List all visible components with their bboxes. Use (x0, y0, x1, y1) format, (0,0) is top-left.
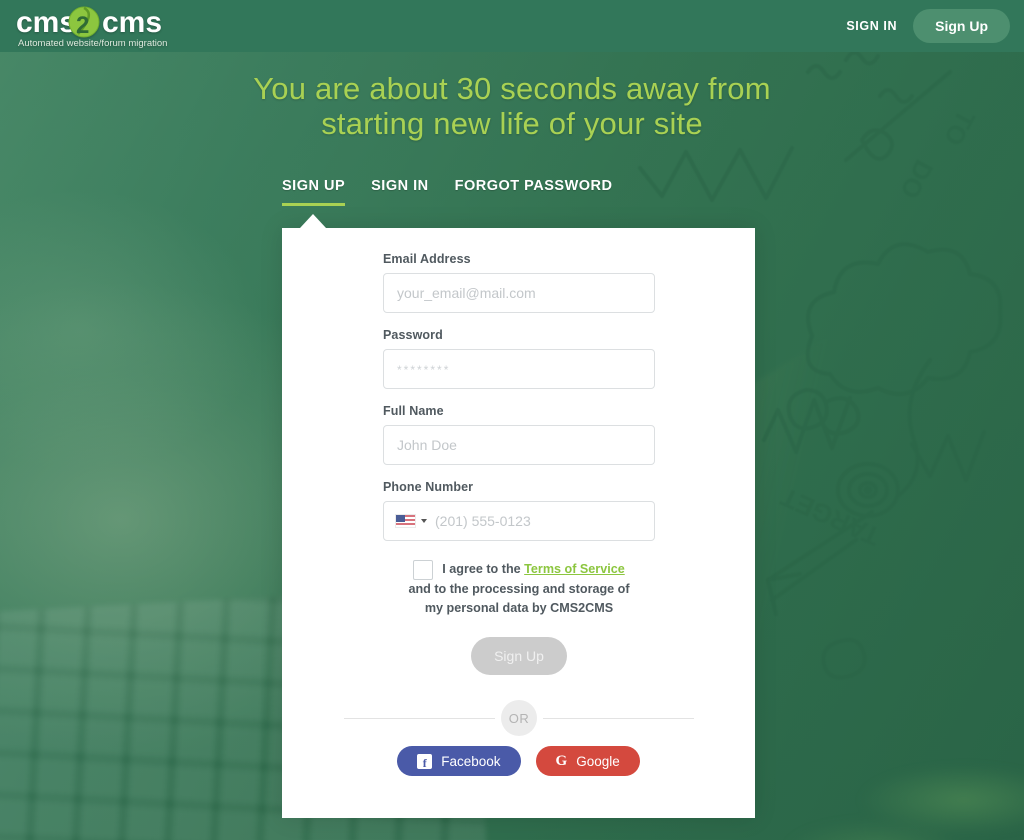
signup-form: Email Address Password Full Name Phone N… (383, 252, 655, 675)
page-headline: You are about 30 seconds away from start… (0, 71, 1024, 141)
us-flag-icon (395, 514, 416, 528)
tab-sign-in[interactable]: SIGN IN (371, 178, 428, 206)
password-input[interactable] (383, 349, 655, 389)
agreement-text-line-3: my personal data by CMS2CMS (424, 600, 614, 615)
divider-line-right (543, 717, 694, 719)
fullname-input[interactable] (383, 425, 655, 465)
logo-text-right: cms (102, 6, 162, 39)
logo-text-left: cms (16, 6, 76, 39)
headline-line-1: You are about 30 seconds away from (253, 71, 771, 106)
signup-card: Email Address Password Full Name Phone N… (282, 228, 755, 818)
phone-input-wrapper (383, 501, 655, 541)
chevron-down-icon (421, 519, 427, 523)
terms-of-service-link[interactable]: Terms of Service (524, 562, 625, 576)
fullname-label: Full Name (383, 404, 444, 418)
facebook-login-button[interactable]: f Facebook (397, 746, 521, 776)
cms2cms-logo[interactable]: cms 2 cms Automated website/forum migrat… (12, 4, 190, 50)
tab-sign-up[interactable]: SIGN UP (282, 178, 346, 206)
google-icon: G (555, 752, 568, 769)
tab-forgot-password[interactable]: FORGOT PASSWORD (455, 178, 613, 206)
site-header: cms 2 cms Automated website/forum migrat… (0, 0, 1024, 52)
fullname-field-group: Full Name (383, 404, 655, 465)
facebook-icon: f (417, 753, 433, 769)
phone-field-group: Phone Number (383, 480, 655, 541)
google-login-button[interactable]: G Google (535, 746, 640, 776)
logo-two: 2 (76, 12, 89, 39)
agreement-block: I agree to the Terms of Service and to t… (383, 560, 655, 618)
divider-label: OR (501, 700, 537, 736)
agreement-prefix: I agree to the (442, 562, 521, 577)
headline-line-2: starting new life of your site (321, 105, 703, 141)
page-root: TO DO TARGET cms 2 cms Automated website… (0, 0, 1024, 840)
header-actions: SIGN IN Sign Up (846, 0, 1010, 52)
terms-checkbox[interactable] (413, 560, 434, 580)
email-label: Email Address (383, 252, 471, 266)
divider-line-left (344, 717, 495, 719)
agreement-text-line-2: and to the processing and storage of (408, 582, 630, 596)
or-divider: OR (344, 700, 694, 736)
header-sign-up-button[interactable]: Sign Up (913, 9, 1010, 43)
header-sign-in-link[interactable]: SIGN IN (846, 19, 897, 33)
agreement-text-line-1: I agree to the Terms of Service (442, 561, 624, 579)
password-field-group: Password (383, 328, 655, 389)
sign-up-submit-button[interactable]: Sign Up (471, 636, 567, 675)
card-notch (300, 214, 326, 228)
facebook-label: Facebook (441, 753, 501, 769)
google-label: Google (576, 753, 620, 769)
phone-label: Phone Number (383, 480, 474, 494)
agreement-first-line: I agree to the Terms of Service (383, 560, 655, 580)
password-label: Password (383, 328, 443, 342)
email-input[interactable] (383, 273, 655, 313)
phone-input[interactable] (435, 502, 654, 540)
email-field-group: Email Address (383, 252, 655, 313)
social-login-buttons: f Facebook G Google (282, 746, 755, 776)
auth-tabs: SIGN UP SIGN IN FORGOT PASSWORD (282, 178, 612, 206)
logo-tagline-text: Automated website/forum migration (18, 38, 167, 49)
hero-section: You are about 30 seconds away from start… (0, 52, 1024, 141)
country-selector[interactable] (384, 502, 435, 540)
